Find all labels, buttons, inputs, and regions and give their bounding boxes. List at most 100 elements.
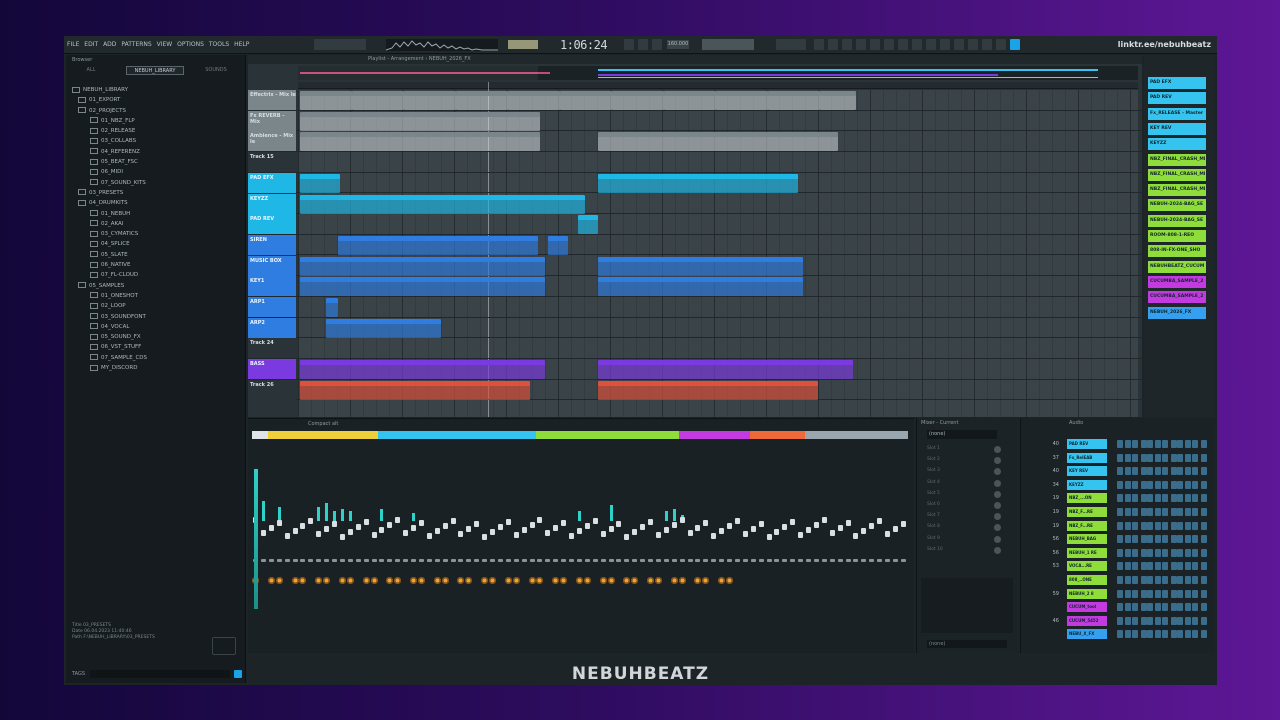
volume-fader[interactable] [885, 531, 890, 537]
slot-mix-knob[interactable] [994, 524, 1001, 532]
mixer-channel-number[interactable] [315, 431, 324, 439]
mixer-strip[interactable] [426, 441, 433, 651]
browser-folder[interactable]: 01_NEBUH [72, 209, 242, 219]
mixer-strip[interactable] [821, 441, 828, 651]
mixer-channel-number[interactable] [457, 431, 466, 439]
step-button[interactable] [1184, 603, 1191, 612]
mode-selector[interactable] [776, 39, 806, 50]
mixer-channel-number[interactable] [417, 431, 426, 439]
tempo-display[interactable]: 160.000 [667, 40, 689, 49]
step-button[interactable] [1124, 630, 1131, 639]
step-button[interactable] [1132, 535, 1138, 544]
step-button[interactable] [1162, 467, 1168, 476]
feedback-icon[interactable] [1010, 39, 1020, 50]
step-button[interactable] [1132, 453, 1138, 462]
effect-slot[interactable]: Slot 2 [925, 455, 1009, 465]
step-button[interactable] [1140, 535, 1147, 544]
step-button[interactable] [1147, 494, 1153, 503]
pan-knob[interactable] [418, 559, 424, 562]
pan-knob[interactable] [482, 559, 488, 562]
volume-fader[interactable] [640, 524, 646, 530]
browser-folder[interactable]: 02_AKAI [72, 219, 242, 229]
step-button[interactable] [1132, 548, 1138, 557]
step-button[interactable] [1117, 440, 1123, 448]
mixer-strip[interactable] [845, 441, 852, 651]
volume-fader[interactable] [616, 521, 622, 527]
step-button[interactable] [1117, 453, 1123, 462]
effect-slot[interactable]: Slot 8 [925, 522, 1009, 532]
step-button[interactable] [1132, 508, 1138, 516]
step-button[interactable] [1200, 521, 1207, 530]
pan-knob[interactable] [537, 559, 543, 562]
mixer-channel-number[interactable] [544, 431, 553, 439]
pan-knob[interactable] [853, 559, 859, 562]
volume-fader[interactable] [545, 530, 551, 536]
effect-slot[interactable]: Slot 7 [925, 511, 1009, 521]
stop-button[interactable] [638, 39, 648, 50]
pattern-item[interactable]: NBZ_FINAL_CRASH_MI [1148, 153, 1206, 166]
mixer-strip[interactable] [394, 441, 402, 651]
volume-fader[interactable] [703, 520, 709, 526]
channel-volume-value[interactable]: 19 [1045, 492, 1059, 504]
step-button[interactable] [1184, 535, 1191, 544]
pan-knob[interactable] [545, 559, 551, 562]
pan-knob[interactable] [813, 559, 819, 562]
volume-fader[interactable] [521, 527, 527, 533]
effect-slot[interactable]: Slot 4 [925, 478, 1009, 488]
step-button[interactable] [1170, 508, 1177, 516]
send-knob[interactable] [599, 577, 607, 584]
mixer-strip[interactable] [536, 441, 544, 651]
track-header[interactable]: Effectrix - Mix le [248, 90, 296, 110]
step-button[interactable] [1147, 576, 1153, 584]
mixer-strip[interactable] [750, 441, 757, 651]
slot-mix-knob[interactable] [994, 546, 1001, 554]
channel-name-button[interactable]: NBZ_F...RE [1067, 520, 1107, 531]
pan-knob[interactable] [505, 559, 511, 562]
pan-knob[interactable] [679, 559, 685, 562]
pan-knob[interactable] [845, 559, 851, 562]
step-button[interactable] [1140, 576, 1147, 584]
step-button[interactable] [1147, 480, 1153, 489]
pan-knob[interactable] [584, 559, 590, 562]
browser-folder[interactable]: 06_NATIVE [72, 260, 242, 270]
playlist-clip[interactable] [300, 380, 530, 400]
mixer-strip[interactable] [433, 441, 441, 651]
mixer-strip[interactable] [260, 441, 267, 651]
pan-knob[interactable] [347, 559, 353, 562]
channel-name-button[interactable]: NEBUH_BAG [1067, 534, 1107, 545]
track-header[interactable]: KEYZZ [248, 193, 296, 214]
pattern-item[interactable]: NEBUH_2026_FX [1148, 306, 1206, 319]
step-button[interactable] [1177, 630, 1183, 639]
mixer-strip[interactable] [362, 441, 370, 651]
step-button[interactable] [1154, 630, 1161, 639]
volume-fader[interactable] [505, 519, 511, 525]
step-button[interactable] [1132, 576, 1138, 584]
step-button[interactable] [1162, 480, 1168, 489]
step-button[interactable] [1140, 521, 1147, 530]
channel-name-button[interactable]: 808_..ONE [1067, 575, 1107, 585]
mixer-channel-number[interactable] [362, 431, 371, 439]
pan-knob[interactable] [497, 559, 503, 562]
mixer-strip[interactable] [338, 441, 346, 651]
pan-knob[interactable] [300, 559, 306, 562]
step-button[interactable] [1117, 576, 1123, 584]
step-button[interactable] [1192, 589, 1198, 598]
step-button[interactable] [1170, 494, 1177, 503]
pan-knob[interactable] [608, 559, 614, 562]
step-button[interactable] [1184, 630, 1191, 639]
step-button[interactable] [1184, 589, 1191, 598]
step-button[interactable] [1177, 576, 1183, 584]
send-knob[interactable] [512, 577, 520, 584]
pan-knob[interactable] [561, 559, 567, 562]
volume-fader[interactable] [403, 530, 409, 536]
browser-folder[interactable]: 01_EXPORT [72, 95, 242, 105]
slot-mix-knob[interactable] [994, 446, 1001, 453]
step-button[interactable] [1177, 535, 1183, 544]
step-button[interactable] [1200, 467, 1207, 476]
step-button[interactable] [1117, 521, 1123, 530]
mixer-channel-number[interactable] [338, 431, 347, 439]
step-button[interactable] [1170, 630, 1177, 639]
step-button[interactable] [1184, 548, 1191, 557]
volume-fader[interactable] [648, 519, 653, 525]
step-button[interactable] [1184, 616, 1191, 625]
